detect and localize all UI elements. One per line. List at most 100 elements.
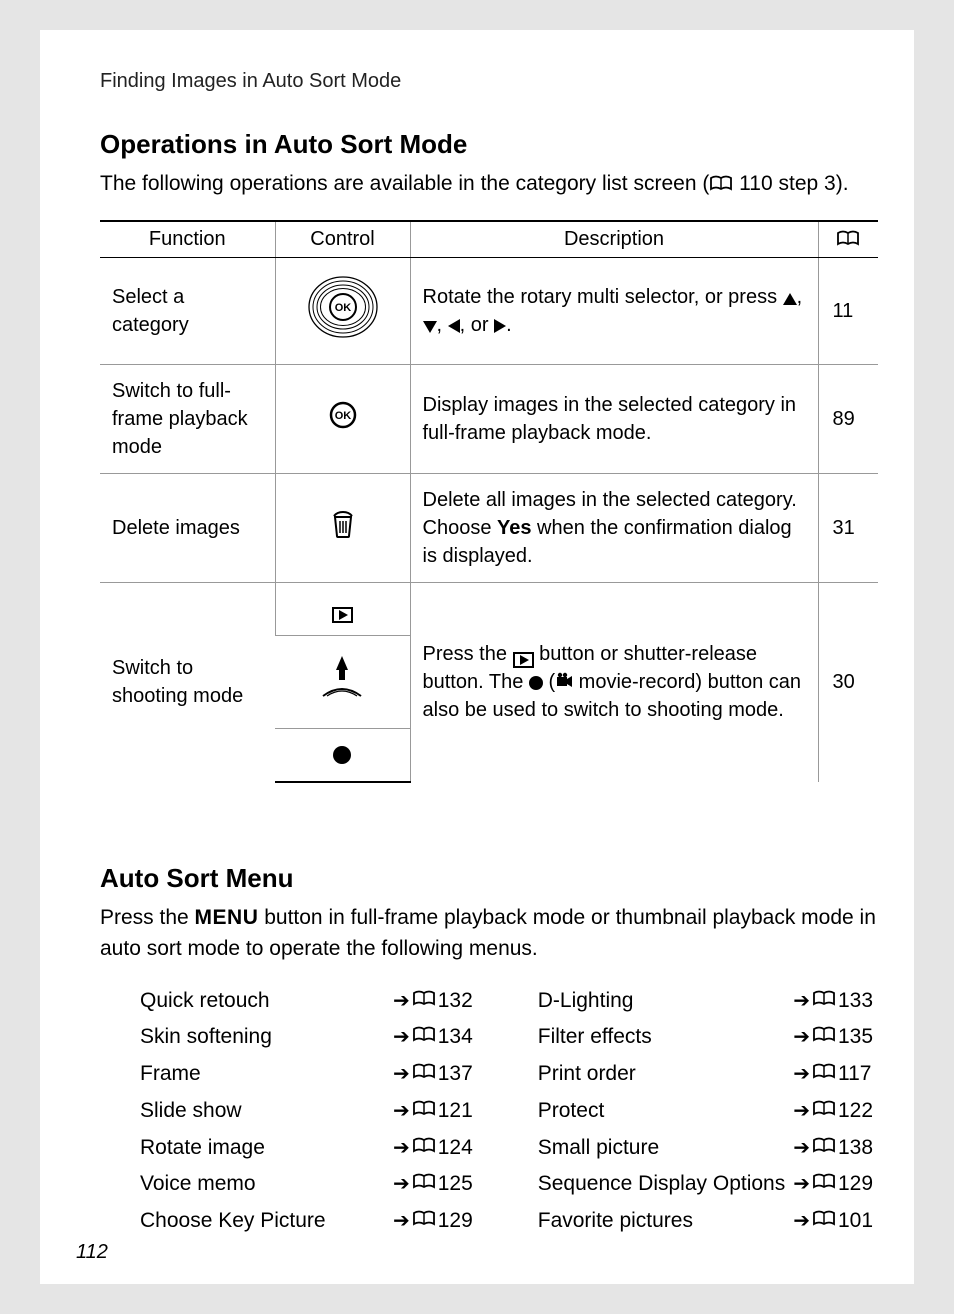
book-icon bbox=[812, 1166, 836, 1182]
menu-item: Slide show➔ 121 bbox=[140, 1093, 478, 1130]
menu-item-label: Quick retouch bbox=[140, 983, 270, 1020]
menu-item: Protect ➔ 122 bbox=[538, 1093, 878, 1130]
menu-item-label: Filter effects bbox=[538, 1019, 652, 1056]
page: Finding Images in Auto Sort Mode Operati… bbox=[40, 30, 914, 1284]
menu-item-label: Choose Key Picture bbox=[140, 1203, 326, 1240]
menu-item-page: 129 bbox=[438, 1203, 478, 1240]
book-icon bbox=[812, 1203, 836, 1219]
th-function: Function bbox=[100, 221, 275, 258]
arrow-icon: ➔ bbox=[393, 1131, 410, 1166]
menu-item-page: 117 bbox=[838, 1056, 878, 1093]
menu-item-label: Print order bbox=[538, 1056, 636, 1093]
menu-item: Frame ➔ 137 bbox=[140, 1056, 478, 1093]
ok-button-icon: OK bbox=[329, 412, 357, 434]
book-icon bbox=[412, 983, 436, 999]
th-control: Control bbox=[275, 221, 410, 258]
menu-item-ref: ➔ 134 bbox=[393, 1019, 478, 1056]
menu-item-label: Protect bbox=[538, 1093, 605, 1130]
table-row: Switch to shooting mode Press the button… bbox=[100, 582, 878, 635]
book-icon bbox=[709, 170, 733, 186]
arrow-icon: ➔ bbox=[393, 1204, 410, 1239]
section-title-auto-sort-menu: Auto Sort Menu bbox=[100, 863, 878, 894]
menu-item-ref: ➔ 122 bbox=[793, 1093, 878, 1130]
menu-item-page: 135 bbox=[838, 1019, 878, 1056]
menu-item-ref: ➔ 133 bbox=[793, 983, 878, 1020]
section-title-operations: Operations in Auto Sort Mode bbox=[100, 129, 878, 160]
menu-item-label: Frame bbox=[140, 1056, 201, 1093]
up-arrow-icon bbox=[783, 293, 797, 305]
menu-item-label: Skin softening bbox=[140, 1019, 272, 1056]
arrow-icon: ➔ bbox=[393, 1094, 410, 1129]
book-icon bbox=[812, 1130, 836, 1146]
cell-description: Rotate the rotary multi selector, or pre… bbox=[410, 257, 818, 364]
record-dot-icon bbox=[529, 676, 543, 690]
section-lead-auto-sort-menu: Press the MENU button in full-frame play… bbox=[100, 902, 878, 965]
arrow-icon: ➔ bbox=[793, 984, 810, 1019]
menu-item: Quick retouch➔ 132 bbox=[140, 983, 478, 1020]
menu-item-ref: ➔ 101 bbox=[793, 1203, 878, 1240]
arrow-icon: ➔ bbox=[393, 984, 410, 1019]
menu-item-label: D-Lighting bbox=[538, 983, 634, 1020]
book-icon bbox=[412, 1019, 436, 1035]
shutter-release-icon bbox=[317, 685, 367, 707]
table-header-row: Function Control Description bbox=[100, 221, 878, 258]
right-arrow-icon bbox=[494, 319, 506, 333]
menu-item-ref: ➔ 135 bbox=[793, 1019, 878, 1056]
table-row: Delete images Delete all images in the s bbox=[100, 473, 878, 582]
menu-item-page: 129 bbox=[838, 1166, 878, 1203]
cell-control: OK bbox=[275, 364, 410, 473]
menu-item-ref: ➔ 129 bbox=[393, 1203, 478, 1240]
cell-control bbox=[275, 635, 410, 728]
cell-function: Switch to full-frame playback mode bbox=[100, 364, 275, 473]
playback-button-icon bbox=[513, 652, 534, 668]
menu-item-label: Slide show bbox=[140, 1093, 242, 1130]
arrow-icon: ➔ bbox=[793, 1094, 810, 1129]
menu-item: Small picture ➔ 138 bbox=[538, 1130, 878, 1167]
menu-item-page: 133 bbox=[838, 983, 878, 1020]
cell-function: Switch to shooting mode bbox=[100, 582, 275, 782]
side-tab bbox=[0, 490, 36, 670]
menu-item: Print order➔ 117 bbox=[538, 1056, 878, 1093]
book-icon bbox=[812, 1019, 836, 1035]
cell-page-ref: 31 bbox=[818, 473, 878, 582]
menu-item: D-Lighting ➔ 133 bbox=[538, 983, 878, 1020]
menu-item-ref: ➔ 124 bbox=[393, 1130, 478, 1167]
cell-control bbox=[275, 728, 410, 782]
menu-item: Choose Key Picture ➔ 129 bbox=[140, 1203, 478, 1240]
book-icon bbox=[412, 1093, 436, 1109]
book-icon bbox=[836, 230, 860, 246]
cell-control: OK bbox=[275, 257, 410, 364]
menu-item-ref: ➔ 138 bbox=[793, 1130, 878, 1167]
svg-text:OK: OK bbox=[334, 410, 351, 422]
menu-item-label: Voice memo bbox=[140, 1166, 256, 1203]
menu-item: Skin softening ➔ 134 bbox=[140, 1019, 478, 1056]
th-page-ref bbox=[818, 221, 878, 258]
menu-item-page: 134 bbox=[438, 1019, 478, 1056]
menu-item-page: 138 bbox=[838, 1130, 878, 1167]
breadcrumb: Finding Images in Auto Sort Mode bbox=[100, 70, 878, 93]
arrow-icon: ➔ bbox=[793, 1131, 810, 1166]
table-row: Switch to full-frame playback mode OK Di… bbox=[100, 364, 878, 473]
arrow-icon: ➔ bbox=[393, 1057, 410, 1092]
cell-control bbox=[275, 582, 410, 635]
menu-item: Filter effects ➔ 135 bbox=[538, 1019, 878, 1056]
arrow-icon: ➔ bbox=[793, 1204, 810, 1239]
arrow-icon: ➔ bbox=[393, 1167, 410, 1202]
page-number: 112 bbox=[76, 1241, 108, 1264]
book-icon bbox=[412, 1056, 436, 1072]
menu-button-label: MENU bbox=[195, 906, 259, 929]
menu-item-ref: ➔ 137 bbox=[393, 1056, 478, 1093]
th-description: Description bbox=[410, 221, 818, 258]
cell-page-ref: 89 bbox=[818, 364, 878, 473]
menu-item: Voice memo➔ 125 bbox=[140, 1166, 478, 1203]
menu-item-page: 122 bbox=[838, 1093, 878, 1130]
cell-function: Select a category bbox=[100, 257, 275, 364]
trash-icon bbox=[330, 522, 356, 544]
menu-column-left: Quick retouch➔ 132Skin softening➔ 134Fra… bbox=[140, 983, 478, 1240]
menu-item-label: Sequence Display Options bbox=[538, 1166, 785, 1203]
book-icon bbox=[412, 1166, 436, 1182]
menu-columns: Quick retouch➔ 132Skin softening➔ 134Fra… bbox=[100, 983, 878, 1240]
playback-button-icon bbox=[332, 607, 353, 623]
menu-item-label: Small picture bbox=[538, 1130, 659, 1167]
menu-item-label: Favorite pictures bbox=[538, 1203, 693, 1240]
